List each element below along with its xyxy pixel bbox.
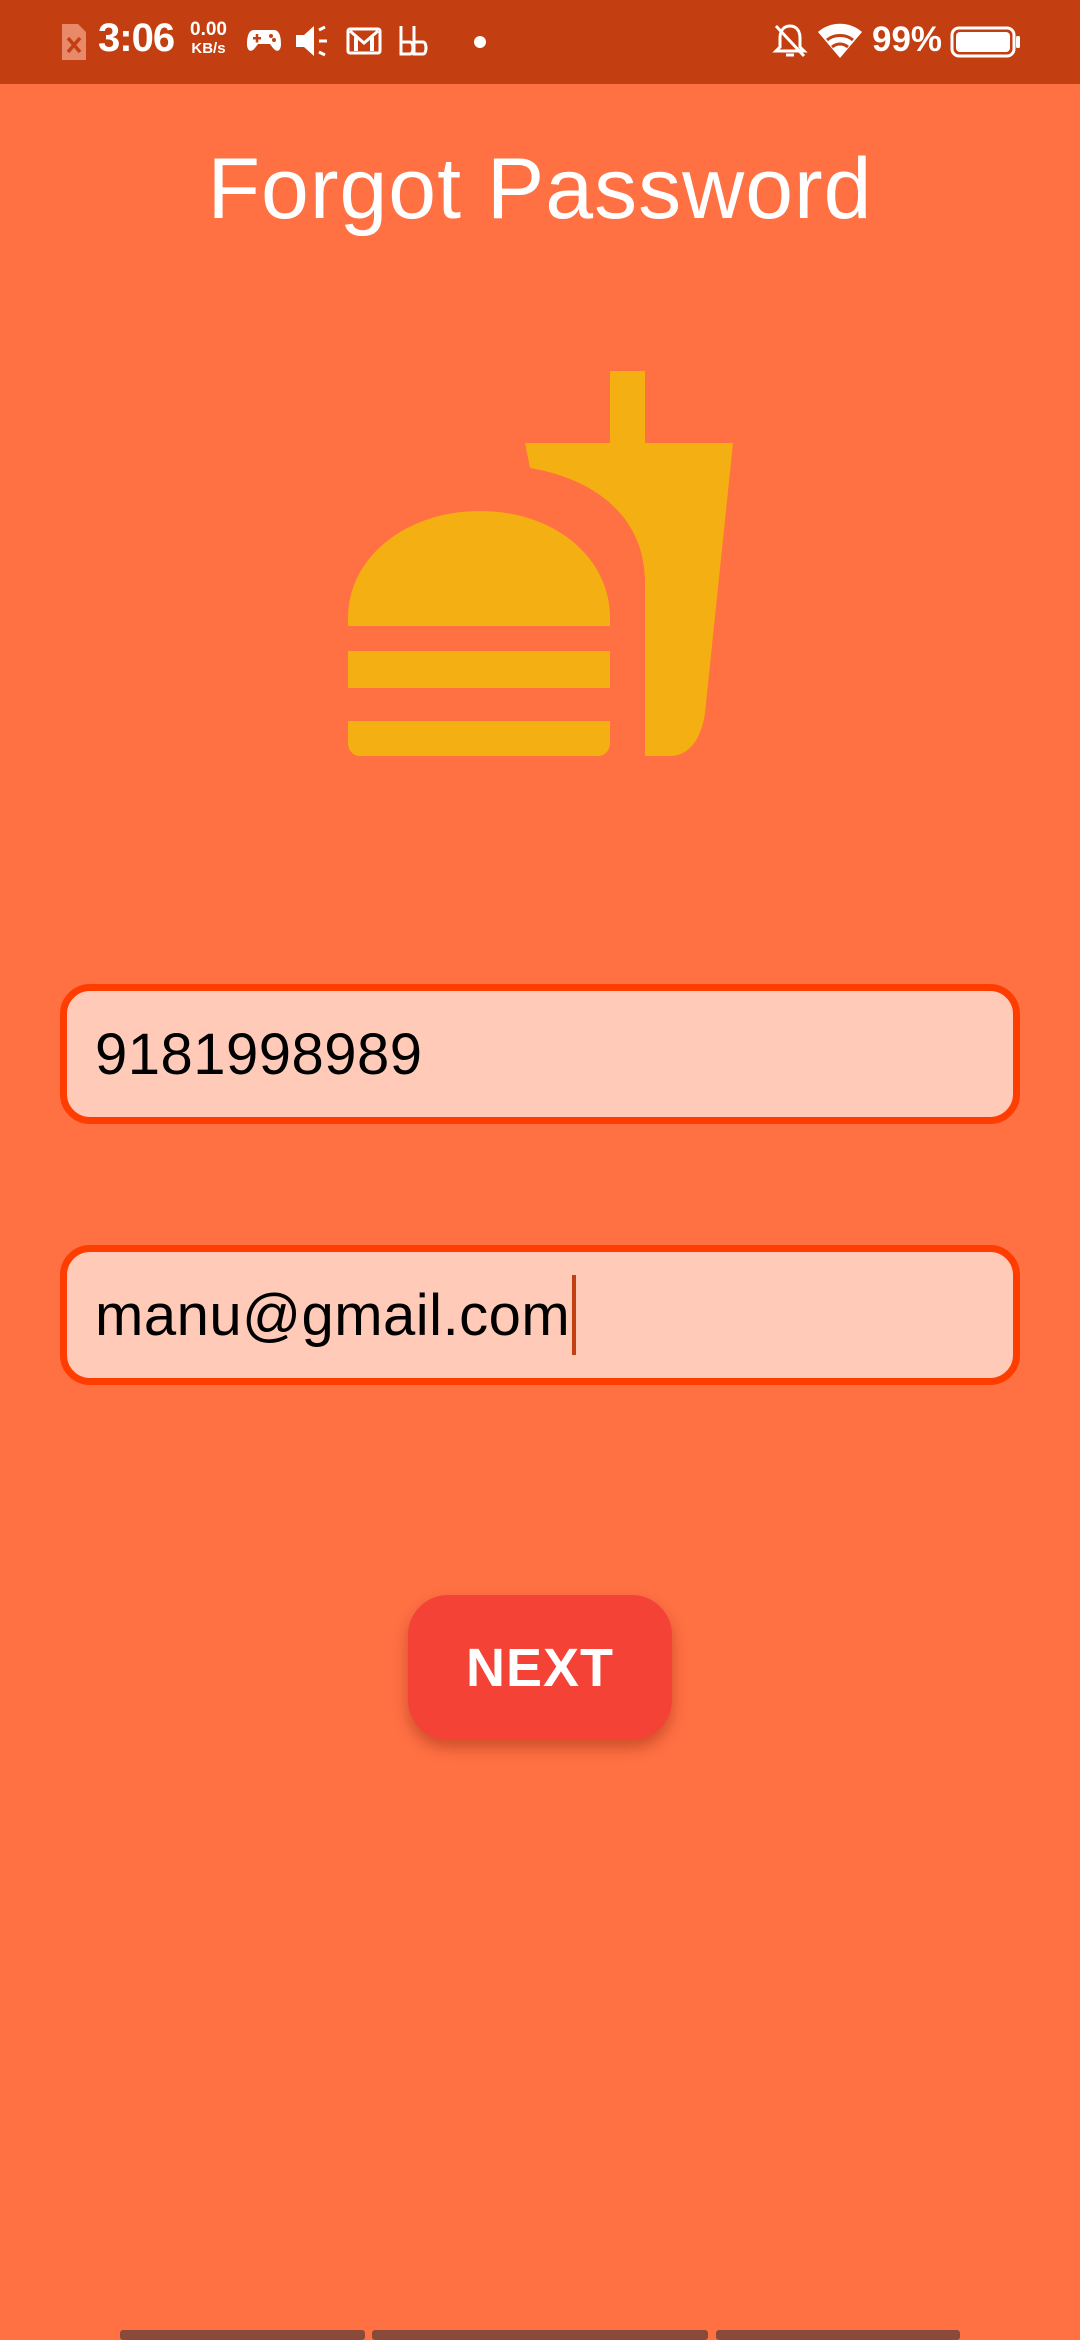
page-title: Forgot Password	[207, 141, 873, 237]
network-speed-value: 0.00	[190, 19, 227, 40]
speaker-muted-icon	[296, 25, 327, 57]
game-controller-icon	[247, 30, 281, 51]
notification-dot	[474, 36, 486, 48]
network-speed-unit: KB/s	[191, 40, 226, 57]
text-cursor	[572, 1275, 577, 1355]
phone-input-value: 9181998989	[95, 1021, 423, 1087]
email-input[interactable]: manu@gmail.com	[60, 1245, 1020, 1385]
battery-icon	[950, 26, 1020, 58]
phone-input[interactable]: 9181998989	[60, 984, 1020, 1124]
status-time: 3:06	[98, 16, 175, 60]
fastfood-icon	[348, 371, 733, 756]
battery-percent: 99%	[872, 20, 943, 59]
wifi-icon	[818, 23, 862, 58]
nav-key-right[interactable]	[716, 2330, 960, 2340]
gmail-icon	[346, 27, 382, 55]
next-button[interactable]: NEXT	[408, 1595, 672, 1740]
nav-key-left[interactable]	[120, 2330, 365, 2340]
bell-off-icon	[772, 24, 808, 58]
nav-key-center[interactable]	[372, 2330, 708, 2340]
sim-error-icon	[62, 24, 86, 60]
email-input-value: manu@gmail.com	[95, 1282, 571, 1348]
status-bar: 3:06 0.00 KB/s 99%	[0, 0, 1080, 84]
network-speed: 0.00 KB/s	[190, 20, 227, 58]
bb-icon	[399, 26, 428, 56]
